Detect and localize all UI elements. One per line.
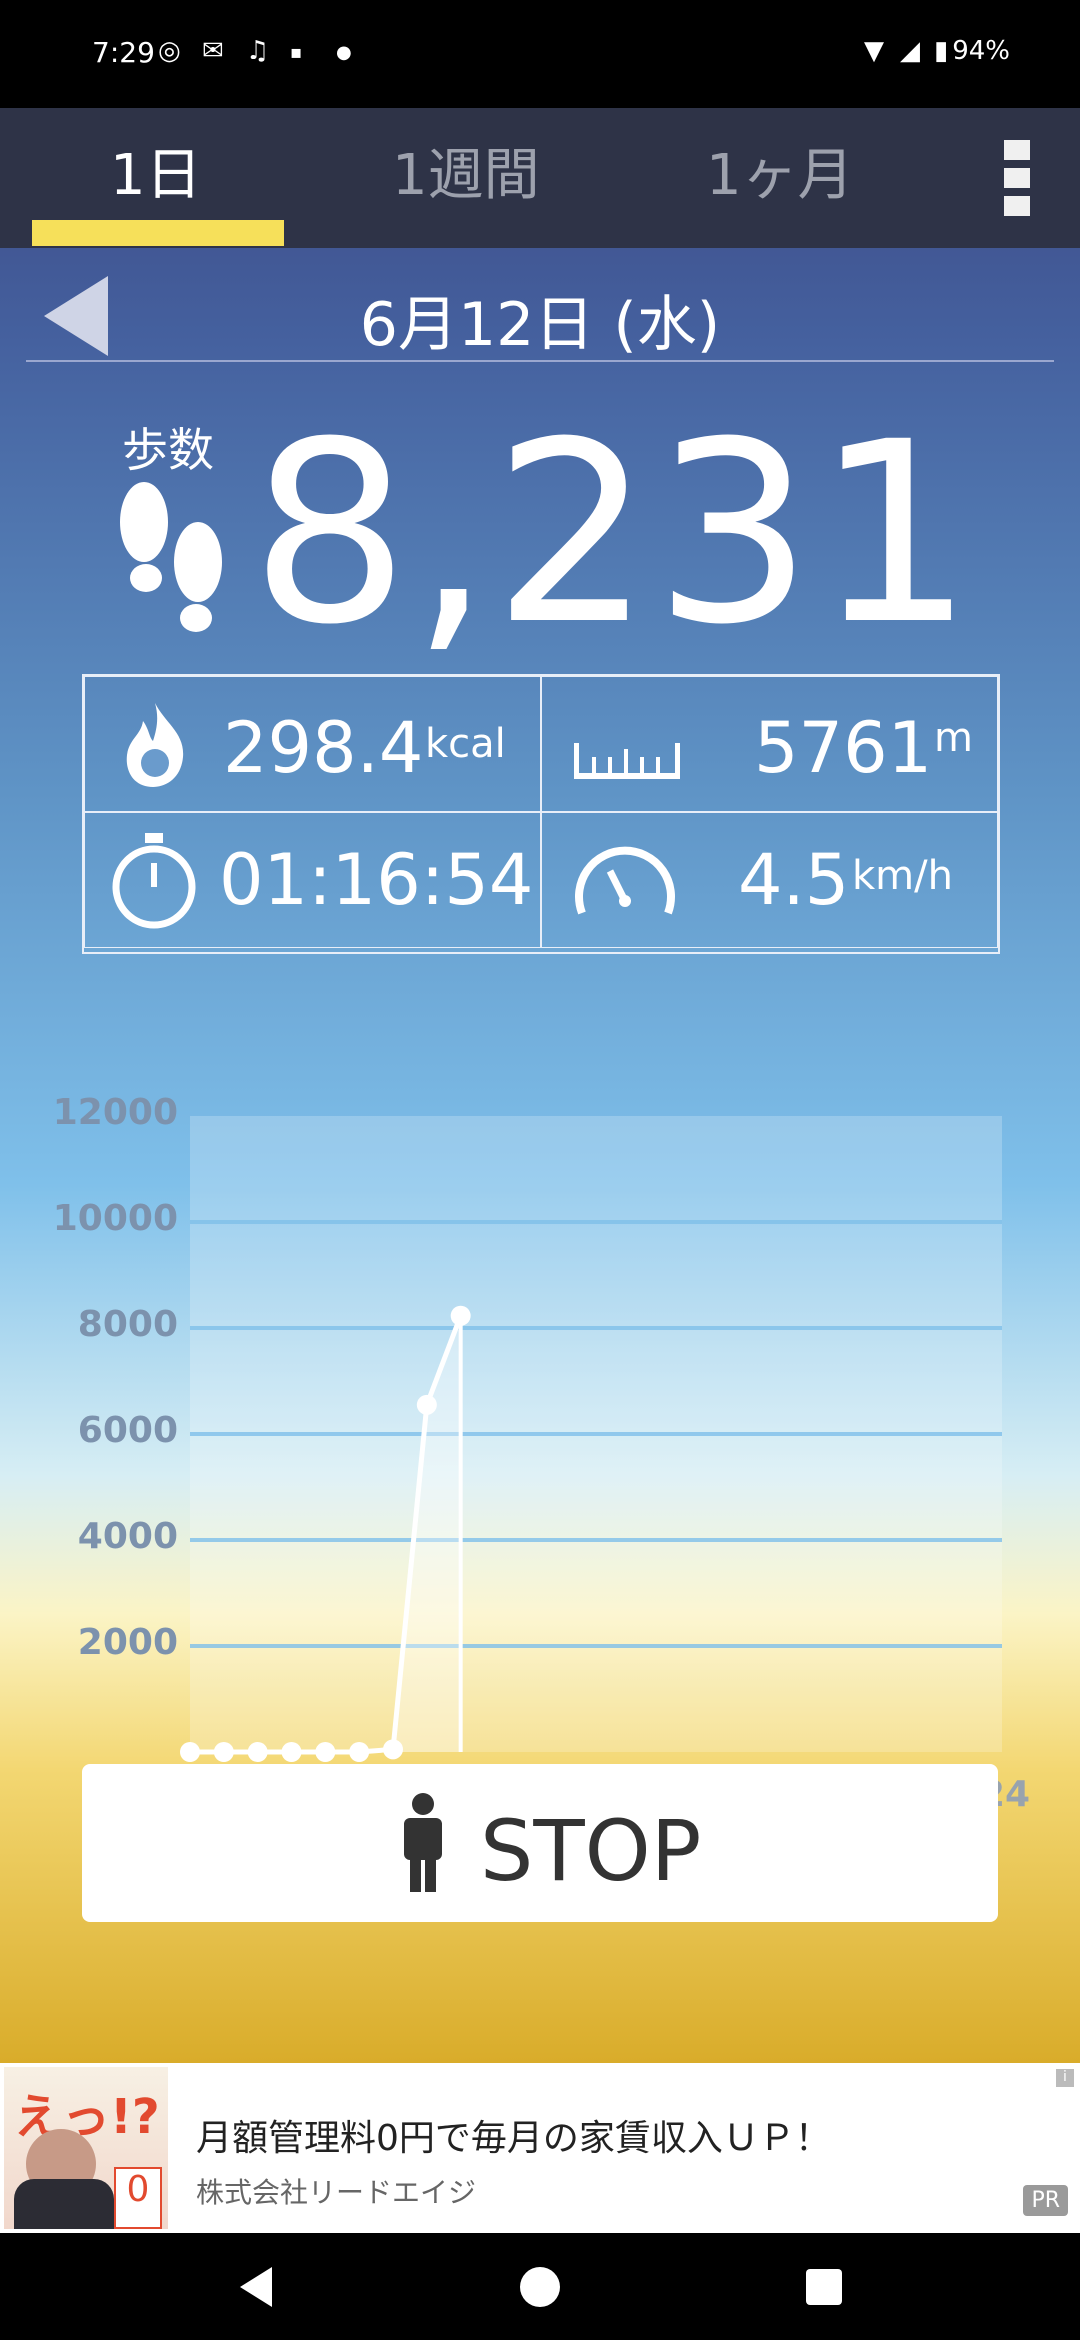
ad-advertiser: 株式会社リードエイジ [196,2176,477,2209]
distance-value: 5761 [754,707,933,789]
data-point [213,1742,234,1762]
hourly-steps-chart: 12000100008000600040002000 2468101214161… [0,1000,1080,1850]
data-point [349,1742,370,1762]
date-row: 6月12日 (水) [0,258,1080,368]
calories-cell: 298.4 kcal [84,676,541,812]
overflow-menu-icon[interactable] [1004,140,1034,220]
home-icon[interactable] [518,2265,562,2309]
tab-week[interactable]: 1週間 [392,130,540,211]
status-time: 7:29 [92,36,155,69]
step-count: 8,231 [250,388,976,679]
distance-unit: m [934,715,973,761]
battery-icon: ▮ [934,36,949,66]
ad-price-tag: 0 [114,2167,162,2229]
more-dot-icon: ● [336,42,352,63]
data-point [383,1739,403,1760]
mail-icon: ✉ [202,36,224,66]
duration-value: 01:16:54 [219,839,534,921]
calories-unit: kcal [425,721,506,767]
chart-plot [180,1116,1002,1762]
app-icon: ▪ [290,42,303,63]
flame-icon [126,703,184,787]
pedometer-screen: 1日 1週間 1ヶ月 6月12日 (水) 歩数 8,231 298.4 kcal [0,108,1080,2063]
ad-thumb-headline: えっ!? [14,2089,160,2145]
speed-value: 4.5 [738,839,850,921]
wifi-icon: ▼ [864,36,884,66]
ad-person-body [14,2179,114,2229]
app-notification-icon: ◎ [158,36,181,66]
duration-cell: 01:16:54 [84,812,541,948]
stop-button[interactable]: STOP [82,1764,998,1922]
stats-grid: 298.4 kcal 5761 m 01:16:54 4.5 km/h [82,674,1000,954]
steps-label: 歩数 [122,423,214,477]
data-point [416,1394,437,1415]
headphones-icon: ♫ [246,36,270,66]
status-bar: 7:29 ◎ ✉ ♫ ▪ ● ▼ ◢ ▮ 94% [0,0,1080,108]
ad-info-icon[interactable]: i [1056,2069,1074,2087]
stop-label: STOP [480,1802,702,1900]
walking-person-icon [404,1793,442,1892]
data-point [315,1742,336,1762]
active-tab-indicator [32,220,284,246]
calories-value: 298.4 [223,707,424,789]
ad-thumbnail: えっ!? 0 [4,2067,168,2229]
ruler-icon [574,743,680,779]
ad-banner[interactable]: えっ!? 0 月額管理料0円で毎月の家賃収入ＵＰ！ 株式会社リードエイジ PR … [0,2063,1080,2233]
current-date: 6月12日 (水) [359,290,721,360]
signal-icon: ◢ [900,36,920,66]
period-tabs: 1日 1週間 1ヶ月 [0,108,1080,248]
speed-cell: 4.5 km/h [541,812,998,948]
ad-title: 月額管理料0円で毎月の家賃収入ＵＰ！ [196,2118,831,2159]
date-divider [26,360,1054,362]
data-point [180,1742,200,1762]
ad-pr-badge: PR [1023,2185,1068,2216]
data-point [450,1305,471,1326]
stopwatch-icon [112,833,196,929]
distance-cell: 5761 m [541,676,998,812]
battery-percent: 94% [952,36,1010,66]
speed-unit: km/h [852,853,953,899]
recents-icon[interactable] [804,2267,844,2307]
data-point [247,1742,268,1762]
speedometer-icon [575,846,675,915]
footprints-icon [120,482,222,632]
tab-day[interactable]: 1日 [110,130,202,211]
system-nav-bar [0,2233,1080,2340]
back-icon[interactable] [236,2265,276,2309]
data-point [281,1742,302,1762]
tab-month[interactable]: 1ヶ月 [706,130,854,211]
